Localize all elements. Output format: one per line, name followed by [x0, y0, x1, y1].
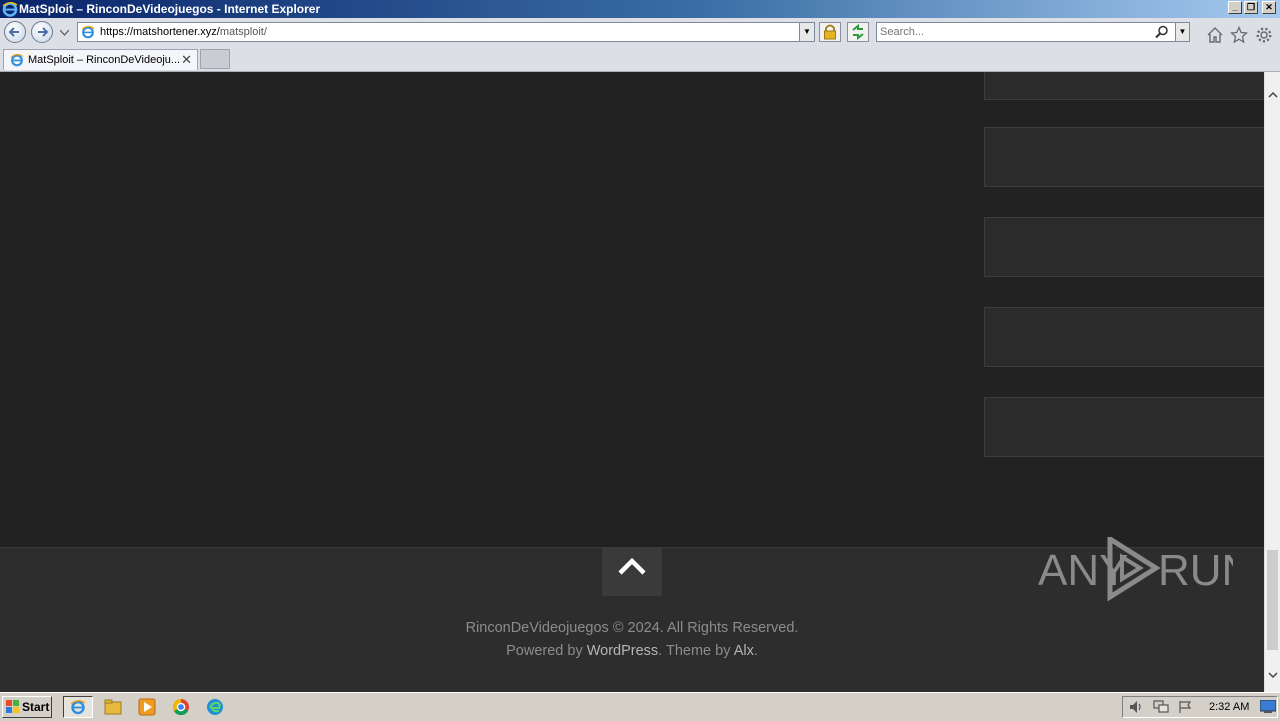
wordpress-link[interactable]: WordPress	[587, 643, 658, 659]
show-desktop-icon[interactable]	[1260, 700, 1276, 714]
address-dropdown-button[interactable]: ▼	[799, 23, 814, 41]
address-bar[interactable]: https://matshortener.xyz/matsploit/ ▼	[77, 22, 815, 42]
anyrun-logo: ANY RUN	[1038, 537, 1233, 601]
chevron-up-icon	[1267, 91, 1278, 98]
tab-bar: MatSploit – RinconDeVideoju... ✕	[0, 48, 1280, 72]
new-tab-button[interactable]	[200, 49, 230, 69]
system-tray: 2:32 AM	[1122, 696, 1278, 718]
close-tab-icon[interactable]: ✕	[181, 52, 192, 68]
scroll-up-button[interactable]	[1265, 86, 1280, 100]
lock-icon	[824, 24, 836, 40]
chrome-icon[interactable]	[172, 698, 190, 716]
back-to-top-button[interactable]	[602, 548, 662, 596]
forward-arrow-icon	[38, 27, 49, 37]
svg-text:ANY: ANY	[1038, 546, 1128, 595]
security-lock-button[interactable]	[819, 22, 841, 42]
theme-by-text: . Theme by	[658, 643, 734, 659]
powered-by-text: Powered by	[506, 643, 587, 659]
sidebar-widget	[984, 217, 1264, 277]
sidebar-widget	[984, 127, 1264, 187]
search-icon[interactable]	[1155, 25, 1169, 39]
tab-matsploit[interactable]: MatSploit – RinconDeVideoju... ✕	[3, 49, 198, 70]
sidebar-widget	[984, 307, 1264, 367]
action-center-flag-icon[interactable]	[1178, 700, 1192, 714]
chevron-down-icon	[1267, 672, 1278, 679]
network-icon[interactable]	[1153, 700, 1169, 714]
footer-copyright: RinconDeVideojuegos © 2024. All Rights R…	[465, 620, 799, 636]
volume-icon[interactable]	[1129, 700, 1145, 714]
page-favicon-icon	[81, 25, 95, 39]
refresh-button[interactable]	[847, 22, 869, 42]
start-label: Start	[22, 700, 50, 714]
minimize-button[interactable]: _	[1228, 1, 1242, 14]
sidebar-widget	[984, 72, 1264, 100]
taskbar-internet-explorer[interactable]	[63, 696, 93, 718]
vertical-scrollbar[interactable]	[1264, 72, 1280, 692]
tab-favicon-icon	[10, 53, 24, 67]
svg-text:RUN: RUN	[1158, 546, 1233, 595]
window-title: MatSploit – RinconDeVideojuegos - Intern…	[19, 2, 321, 16]
scroll-down-button[interactable]	[1265, 666, 1280, 680]
tab-label: MatSploit – RinconDeVideoju...	[28, 54, 180, 66]
restore-button[interactable]: ❐	[1244, 1, 1258, 14]
windows-logo-icon	[6, 700, 19, 713]
search-input[interactable]	[880, 24, 1150, 40]
back-arrow-icon	[8, 27, 19, 37]
media-player-icon[interactable]	[138, 698, 156, 716]
back-button[interactable]	[4, 21, 26, 43]
url-host: https://matshortener.xyz/	[100, 26, 220, 38]
history-dropdown-icon[interactable]	[60, 30, 69, 36]
internet-explorer-icon	[70, 700, 86, 715]
search-box[interactable]: ▼	[876, 22, 1190, 42]
url-path: matsploit/	[219, 26, 267, 38]
taskbar: Start 2:32 AM	[0, 692, 1280, 721]
internet-explorer-icon	[2, 2, 18, 17]
footer-credits: Powered by WordPress. Theme by Alx.	[0, 643, 1264, 659]
navigation-bar: https://matshortener.xyz/matsploit/ ▼ ▼	[0, 18, 1280, 49]
favorites-star-icon[interactable]	[1230, 26, 1248, 44]
search-dropdown-button[interactable]: ▼	[1175, 23, 1189, 41]
file-explorer-icon[interactable]	[104, 698, 122, 716]
alx-link[interactable]: Alx	[734, 643, 754, 659]
taskbar-clock[interactable]: 2:32 AM	[1209, 701, 1249, 713]
edge-icon[interactable]	[206, 698, 224, 716]
window-title-bar[interactable]: MatSploit – RinconDeVideojuegos - Intern…	[0, 0, 1280, 18]
settings-gear-icon[interactable]	[1255, 26, 1273, 44]
scrollbar-thumb[interactable]	[1267, 550, 1278, 650]
home-icon[interactable]	[1206, 26, 1224, 44]
footer-period: .	[753, 643, 758, 659]
sidebar-widget	[984, 397, 1264, 457]
start-button[interactable]: Start	[2, 696, 52, 718]
chevron-up-icon	[618, 557, 646, 575]
refresh-icon	[852, 23, 864, 41]
forward-button[interactable]	[31, 21, 53, 43]
address-url: https://matshortener.xyz/matsploit/	[100, 26, 267, 38]
close-window-button[interactable]: ✕	[1262, 1, 1276, 14]
